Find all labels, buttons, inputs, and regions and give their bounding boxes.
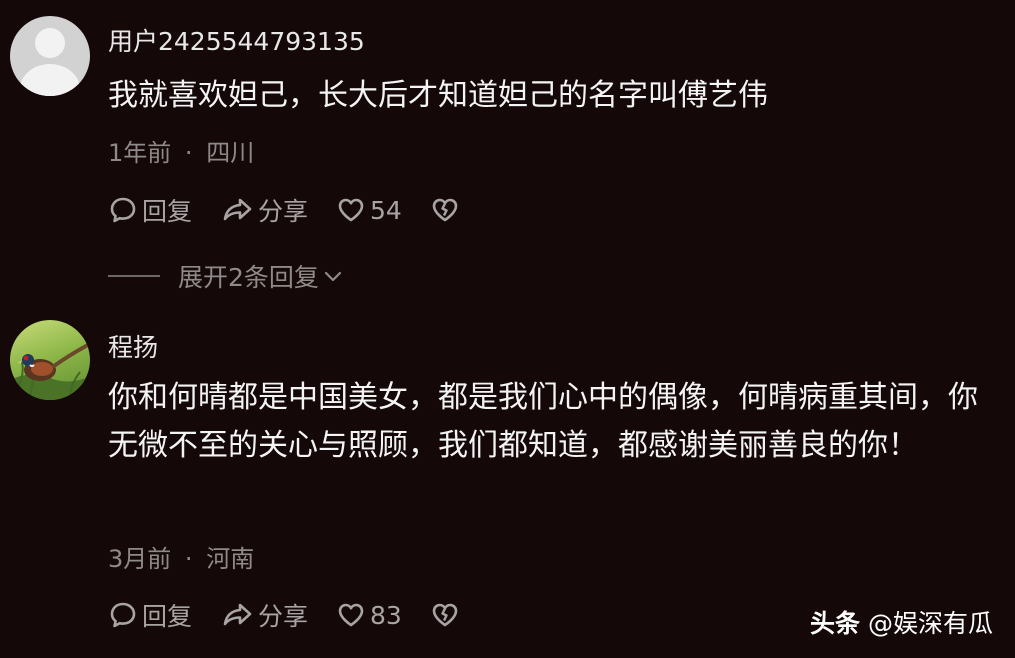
share-arrow-icon	[223, 603, 252, 626]
divider-line	[108, 275, 160, 277]
comment-location: 四川	[206, 139, 255, 167]
like-count: 83	[370, 600, 402, 630]
avatar-body-shape	[20, 64, 80, 96]
dislike-button[interactable]	[430, 600, 464, 630]
dislike-button[interactable]	[430, 195, 464, 225]
username[interactable]: 用户2425544793135	[108, 22, 365, 58]
comment-meta: 3月前 · 河南	[108, 539, 254, 574]
reply-button[interactable]: 回复	[108, 192, 192, 228]
share-button[interactable]: 分享	[220, 597, 308, 633]
comment-meta: 1年前 · 四川	[108, 133, 254, 168]
share-button[interactable]: 分享	[220, 192, 308, 228]
share-arrow-icon	[223, 198, 252, 221]
reply-button[interactable]: 回复	[108, 597, 192, 633]
like-button[interactable]: 54	[336, 195, 402, 225]
watermark-handle: @娱深有瓜	[867, 609, 993, 638]
speech-bubble-icon	[110, 602, 136, 628]
speech-bubble-icon	[110, 197, 136, 223]
like-count: 54	[370, 195, 402, 225]
username[interactable]: 程扬	[108, 328, 158, 364]
comment-location: 河南	[206, 545, 255, 573]
comment-time: 3月前	[108, 545, 172, 573]
meta-separator: ·	[184, 139, 193, 167]
reply-label: 回复	[142, 602, 193, 631]
user-avatar[interactable]	[10, 320, 90, 400]
broken-heart-icon	[432, 603, 458, 627]
meta-separator: ·	[184, 545, 193, 573]
share-label: 分享	[258, 602, 309, 631]
comment-text: 你和何晴都是中国美女，都是我们心中的偶像，何晴病重其间，你无微不至的关心与照顾，…	[108, 380, 978, 463]
watermark-brand: 头条	[809, 609, 860, 638]
expand-replies-label: 展开2条回复	[178, 263, 319, 292]
watermark: 头条 @娱深有瓜	[810, 604, 993, 640]
comment-actions: 回复 分享 83	[108, 595, 492, 635]
share-label: 分享	[258, 197, 309, 226]
user-avatar[interactable]	[10, 16, 90, 96]
chevron-down-icon	[324, 271, 342, 282]
reply-label: 回复	[142, 197, 193, 226]
expand-replies-button[interactable]: 展开2条回复	[108, 258, 344, 294]
comment-actions: 回复 分享 54	[108, 190, 492, 230]
comment-text: 我就喜欢妲己，长大后才知道妲己的名字叫傅艺伟	[108, 78, 768, 113]
broken-heart-icon	[432, 198, 458, 222]
comment-time: 1年前	[108, 139, 172, 167]
heart-icon	[338, 198, 364, 222]
heart-icon	[338, 603, 364, 627]
avatar-head-shape	[35, 28, 65, 58]
pheasant-bird-image	[10, 344, 90, 400]
like-button[interactable]: 83	[336, 600, 402, 630]
